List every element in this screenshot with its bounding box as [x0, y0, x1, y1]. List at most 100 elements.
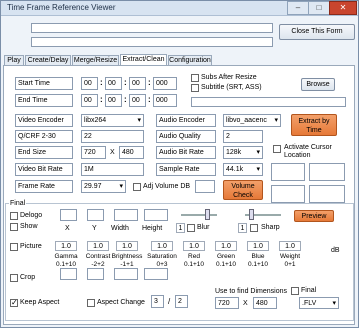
cursor-box-2[interactable] — [309, 163, 345, 181]
delogo-label: Delogo — [20, 212, 43, 219]
volume-db-input[interactable] — [195, 180, 215, 193]
picture-checkbox[interactable] — [10, 243, 18, 251]
aspect-h-input[interactable]: 2 — [175, 295, 188, 308]
info-field-bottom[interactable] — [31, 37, 273, 47]
sharp-checkbox[interactable] — [250, 224, 258, 232]
crf-label: Q/CRF 2-30 — [15, 130, 73, 143]
final-checkbox[interactable] — [291, 287, 299, 295]
maximize-button[interactable]: □ — [308, 1, 330, 15]
adjust-value-7[interactable]: 1.0 — [279, 241, 301, 251]
crop-width-input[interactable] — [114, 268, 138, 280]
subtitle-label: Subtitle (SRT, ASS) — [201, 84, 262, 91]
preview-button[interactable]: Preview — [294, 210, 334, 222]
start-time-label: Start Time — [15, 77, 73, 90]
sharp-label: Sharp — [261, 224, 280, 231]
crf-input[interactable]: 22 — [81, 130, 144, 143]
delogo-y-input[interactable] — [87, 209, 104, 221]
final-checkbox-label: Final — [301, 287, 317, 294]
dimensions-label: Use to find Dimensions — [215, 288, 287, 295]
end-milliseconds[interactable]: 000 — [153, 94, 177, 107]
close-form-button[interactable]: Close This Form — [279, 24, 355, 40]
subtitle-checkbox[interactable] — [191, 84, 199, 92]
audio-quality-input[interactable]: 2 — [223, 130, 263, 143]
frame-rate-label: Frame Rate — [15, 180, 73, 193]
cursor-box-4[interactable] — [309, 185, 345, 203]
start-milliseconds[interactable]: 000 — [153, 77, 177, 90]
blur-slider-track[interactable] — [181, 214, 217, 216]
adjust-value-1[interactable]: 1.0 — [87, 241, 109, 251]
adjust-value-5[interactable]: 1.0 — [215, 241, 237, 251]
activate-cursor-checkbox[interactable] — [273, 145, 281, 153]
aspect-change-label: Aspect Change — [97, 299, 145, 306]
show-label: Show — [20, 223, 38, 230]
aspect-separator: / — [168, 297, 171, 306]
start-seconds[interactable]: 00 — [129, 77, 146, 90]
picture-label: Picture — [20, 243, 42, 250]
video-encoder-select[interactable]: libx264 — [81, 114, 144, 127]
audio-encoder-select[interactable]: libvo_aacenc — [223, 114, 281, 127]
dim-width-input[interactable]: 720 — [215, 297, 239, 309]
cursor-box-1[interactable] — [271, 163, 305, 181]
volume-check-button[interactable]: Volume Check — [223, 180, 263, 200]
subs-after-resize-label: Subs After Resize — [201, 74, 257, 81]
dim-height-input[interactable]: 480 — [253, 297, 277, 309]
minimize-button[interactable]: – — [287, 1, 309, 15]
show-checkbox[interactable] — [10, 223, 18, 231]
blur-slider-thumb[interactable] — [205, 209, 210, 220]
y-label: Y — [92, 225, 97, 232]
delogo-width-input[interactable] — [114, 209, 138, 221]
end-width-input[interactable]: 720 — [81, 146, 106, 159]
audio-encoder-label: Audio Encoder — [156, 114, 216, 127]
crop-x-input[interactable] — [60, 268, 77, 280]
end-hours[interactable]: 00 — [81, 94, 98, 107]
start-minutes[interactable]: 00 — [105, 77, 122, 90]
crop-y-input[interactable] — [87, 268, 104, 280]
adjust-value-3[interactable]: 1.0 — [151, 241, 173, 251]
audio-quality-label: Audio Quality — [156, 130, 216, 143]
db-label: dB — [331, 247, 340, 254]
delogo-x-input[interactable] — [60, 209, 77, 221]
subtitle-path-field[interactable] — [191, 97, 346, 107]
video-bitrate-input[interactable]: 1M — [81, 163, 144, 176]
audio-bitrate-label: Audio Bit Rate — [156, 146, 216, 159]
audio-bitrate-select[interactable]: 128k — [223, 146, 263, 159]
end-size-label: End Size — [15, 146, 73, 159]
video-encoder-label: Video Encoder — [15, 114, 73, 127]
close-window-button[interactable]: ✕ — [329, 1, 357, 15]
keep-aspect-checkbox[interactable]: ✓ — [10, 298, 18, 307]
browse-button[interactable]: Browse — [301, 78, 335, 91]
end-height-input[interactable]: 480 — [119, 146, 144, 159]
blur-value[interactable]: 1 — [176, 223, 185, 233]
adjust-value-2[interactable]: 1.0 — [116, 241, 138, 251]
cursor-box-3[interactable] — [271, 185, 305, 203]
dim-x-label: X — [243, 300, 248, 307]
subs-after-resize-checkbox[interactable] — [191, 74, 199, 82]
end-minutes[interactable]: 00 — [105, 94, 122, 107]
delogo-height-input[interactable] — [144, 209, 168, 221]
sample-rate-select[interactable]: 44.1k — [223, 163, 263, 176]
adjust-value-0[interactable]: 1.0 — [55, 241, 77, 251]
crop-height-input[interactable] — [144, 268, 168, 280]
adjust-value-4[interactable]: 1.0 — [183, 241, 205, 251]
format-select[interactable]: .FLV — [299, 297, 339, 309]
adj-volume-checkbox[interactable] — [133, 183, 141, 191]
aspect-w-input[interactable]: 3 — [151, 295, 164, 308]
info-field-top[interactable] — [31, 23, 273, 33]
end-seconds[interactable]: 00 — [129, 94, 146, 107]
keep-aspect-label: Keep Aspect — [20, 299, 60, 306]
aspect-change-checkbox[interactable] — [87, 299, 95, 307]
adjust-value-6[interactable]: 1.0 — [247, 241, 269, 251]
start-hours[interactable]: 00 — [81, 77, 98, 90]
activate-cursor-label: Activate Cursor Location — [284, 144, 332, 159]
width-label: Width — [111, 225, 129, 232]
sharp-slider-thumb[interactable] — [249, 209, 254, 220]
final-group-label: Final — [9, 199, 27, 208]
x-label: X — [65, 225, 70, 232]
delogo-checkbox[interactable] — [10, 212, 18, 220]
sharp-value[interactable]: 1 — [238, 223, 247, 233]
blur-checkbox[interactable] — [187, 224, 195, 232]
frame-rate-select[interactable]: 29.97 — [81, 180, 126, 193]
extract-by-time-button[interactable]: Extract by Time — [291, 114, 337, 136]
crop-checkbox[interactable] — [10, 274, 18, 282]
window-title: Time Frame Reference Viewer — [7, 3, 116, 12]
